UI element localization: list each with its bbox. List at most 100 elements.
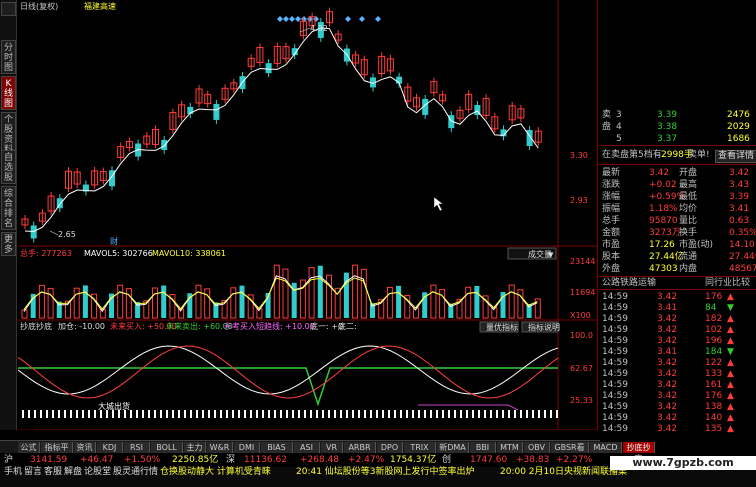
arrow-up-icon: ▲ [727,402,734,412]
arrow-up-icon: ▲ [727,325,734,335]
stat-value-2: 0.63 [729,216,750,226]
side-tab-ranking[interactable]: 综 合 排 名 [1,186,16,230]
indicator-tab[interactable]: OBV [524,442,550,453]
kline-svg[interactable]: 日线(复权) 福建高速 4.32 2.65 3.30 2.93 财 总手: 27… [17,0,598,440]
indicator-tab[interactable]: MTM [497,442,523,453]
stat-value-2: 27.44亿 [729,252,756,262]
arrow-up-icon: ▲ [727,424,734,434]
tick-row: 14:59 3.42 196 ▲ [602,336,734,346]
indicator-tab[interactable]: DPO [377,442,403,453]
volume-ma5-line [23,275,538,313]
news-ticker-1[interactable]: 仓换股动静大 计算机受青睐 [160,467,271,477]
side-tab-watchlist[interactable]: 自 选 股 [1,150,16,184]
status-item-stocklink[interactable]: 股灵通 [113,467,140,477]
stat-label-2: 开盘 [679,168,698,178]
status-item-market[interactable]: 行情 [140,467,158,477]
indicator-params-button-label: 量优指标 [486,322,518,332]
indicator-tab[interactable]: 指标平台 [41,442,73,463]
indicator-tab[interactable]: 公式 [18,442,40,453]
arrow-up-icon: ▲ [727,358,734,368]
stat-value-2: 48567 [729,264,756,274]
stat-label: 振幅 [602,204,621,214]
price-high-label: 4.32 [310,24,328,33]
kline-chart-area[interactable]: 日线(复权) 福建高速 4.32 2.65 3.30 2.93 财 总手: 27… [17,0,598,440]
side-tab-timeshare[interactable]: 分 时 图 [1,40,16,74]
stat-label-2: 流通 [679,252,698,262]
news-ticker-3[interactable]: 20:00 2月10日央视新闻联播集 [500,467,627,477]
stat-label: 最新 [602,168,621,178]
status-item-phone[interactable]: 手机 [4,467,22,477]
tick-row: 14:59 3.41 84 ▼ [602,303,734,313]
price-axis-label-2: 2.93 [570,196,588,205]
stat-row: 振幅 1.18% 均价 3.41 [599,204,756,215]
index-sz-amount: 1754.37亿 [390,455,437,465]
index-sz-value[interactable]: 11136.62 [244,454,287,467]
side-tab-kline[interactable]: K 线 图 [1,76,16,110]
tick-row: 14:59 3.41 184 ▼ [602,347,734,357]
status-item-forum[interactable]: 论股堂 [84,467,111,477]
arrow-up-icon: ▲ [727,336,734,346]
volume-ma5-label: MAVOL5: 302766 [84,249,153,258]
indicator-tab[interactable]: 资讯 [74,442,96,453]
status-bar: 手机 留言 客服 解盘 论股堂 股灵通 行情 仓换股动静大 计算机受青睐 20:… [0,467,756,487]
ask-row-4[interactable]: 盘 4 3.38 2029 [599,122,756,133]
indicator-tab[interactable]: TRIX [404,442,436,453]
indicator-tab[interactable]: VR [321,442,343,453]
tick-row: 14:59 3.42 122 ▲ [602,358,734,368]
stat-label: 金额 [602,228,621,238]
finance-badge[interactable]: 财 [110,236,118,246]
industry-compare-link[interactable]: 同行业比较 [705,278,750,289]
indicator-tab[interactable]: 新DMA [437,442,469,453]
indicator-axis-low: 25.33 [570,396,593,405]
side-tab-bar: 分 时 图 K 线 图 个 股 资 料 自 选 股 综 合 排 名 更 多 [0,0,17,430]
index-cy-value[interactable]: 1747.60 [470,454,507,467]
status-item-message[interactable]: 留言 [24,467,42,477]
arrow-up-icon: ▲ [727,413,734,423]
stat-label-2: 最高 [679,180,698,190]
stat-label: 股本 [602,252,621,262]
indicator-tab[interactable]: ASI [294,442,320,453]
indicator-tab[interactable]: GBSR看 [551,442,589,453]
news-ticker-2[interactable]: 20:41 仙坛股份等3新股网上发行中签率出炉 [296,467,475,477]
tick-row: 14:59 3.42 182 ▲ [602,314,734,324]
index-sh-value[interactable]: 3141.59 [30,454,67,467]
mouse-cursor-icon [433,196,444,212]
indicator-tab[interactable]: BIAS [261,442,293,453]
indicator-tab[interactable]: RSI [124,442,150,453]
status-item-service[interactable]: 客服 [44,467,62,477]
side-tab-top[interactable] [1,2,16,16]
sell-queue-notice: 在卖盘第5档有 2998手 卖单! 查看详情 [599,150,756,163]
volume-axis-unit: X100 [570,311,591,320]
tick-row: 14:59 3.42 161 ▲ [602,380,734,390]
ask-row-5[interactable]: 5 3.37 1686 [599,134,756,145]
chart-period-label: 日线(复权) [20,1,58,11]
side-tab-more[interactable]: 更 多 [1,232,16,256]
indicator-tab[interactable]: KDJ [97,442,123,453]
indicator-tab[interactable]: 抄底抄底 [623,442,655,463]
indicator-axis-top: 100.0 [570,331,593,340]
status-item-analysis[interactable]: 解盘 [64,467,82,477]
indicator-low2-label: 底二: [338,321,357,331]
indicator-tab[interactable]: BOLL [151,442,183,453]
indicator-tab[interactable]: 主力 [184,442,206,453]
stat-label: 涨跌 [602,180,621,190]
view-detail-button[interactable]: 查看详情 [715,150,756,163]
indicator-tab[interactable]: ARBR [344,442,376,453]
indicator-name: 抄底抄底 [20,321,52,331]
indicator-tab[interactable]: DMI [234,442,260,453]
indicator-baseline-ticks [22,410,558,418]
ask-row-3[interactable]: 卖 3 3.39 2476 [599,110,756,121]
stat-row: 涨跌 +0.02 最高 3.43 [599,180,756,191]
indicator-tab[interactable]: W&R [207,442,233,453]
stat-label-2: 换手 [679,228,698,238]
indicator-trend-label: 参考买入短趋线: +10.00 [224,321,315,331]
quote-panel: 卖 3 3.39 2476 盘 4 3.38 2029 5 3.37 1686 … [599,0,756,434]
industry-row[interactable]: 公路铁路运输 同行业比较 [599,278,756,289]
index-sh-change: +46.47 [80,455,114,465]
indicator-tab[interactable]: BBI [470,442,496,453]
indicator-tab[interactable]: MACD [590,442,622,453]
indicator-lines [17,345,559,411]
volume-ma10-label: MAVOL10: 338061 [152,249,226,258]
stat-label: 涨幅 [602,192,621,202]
tick-row: 14:59 3.42 135 ▲ [602,424,734,434]
